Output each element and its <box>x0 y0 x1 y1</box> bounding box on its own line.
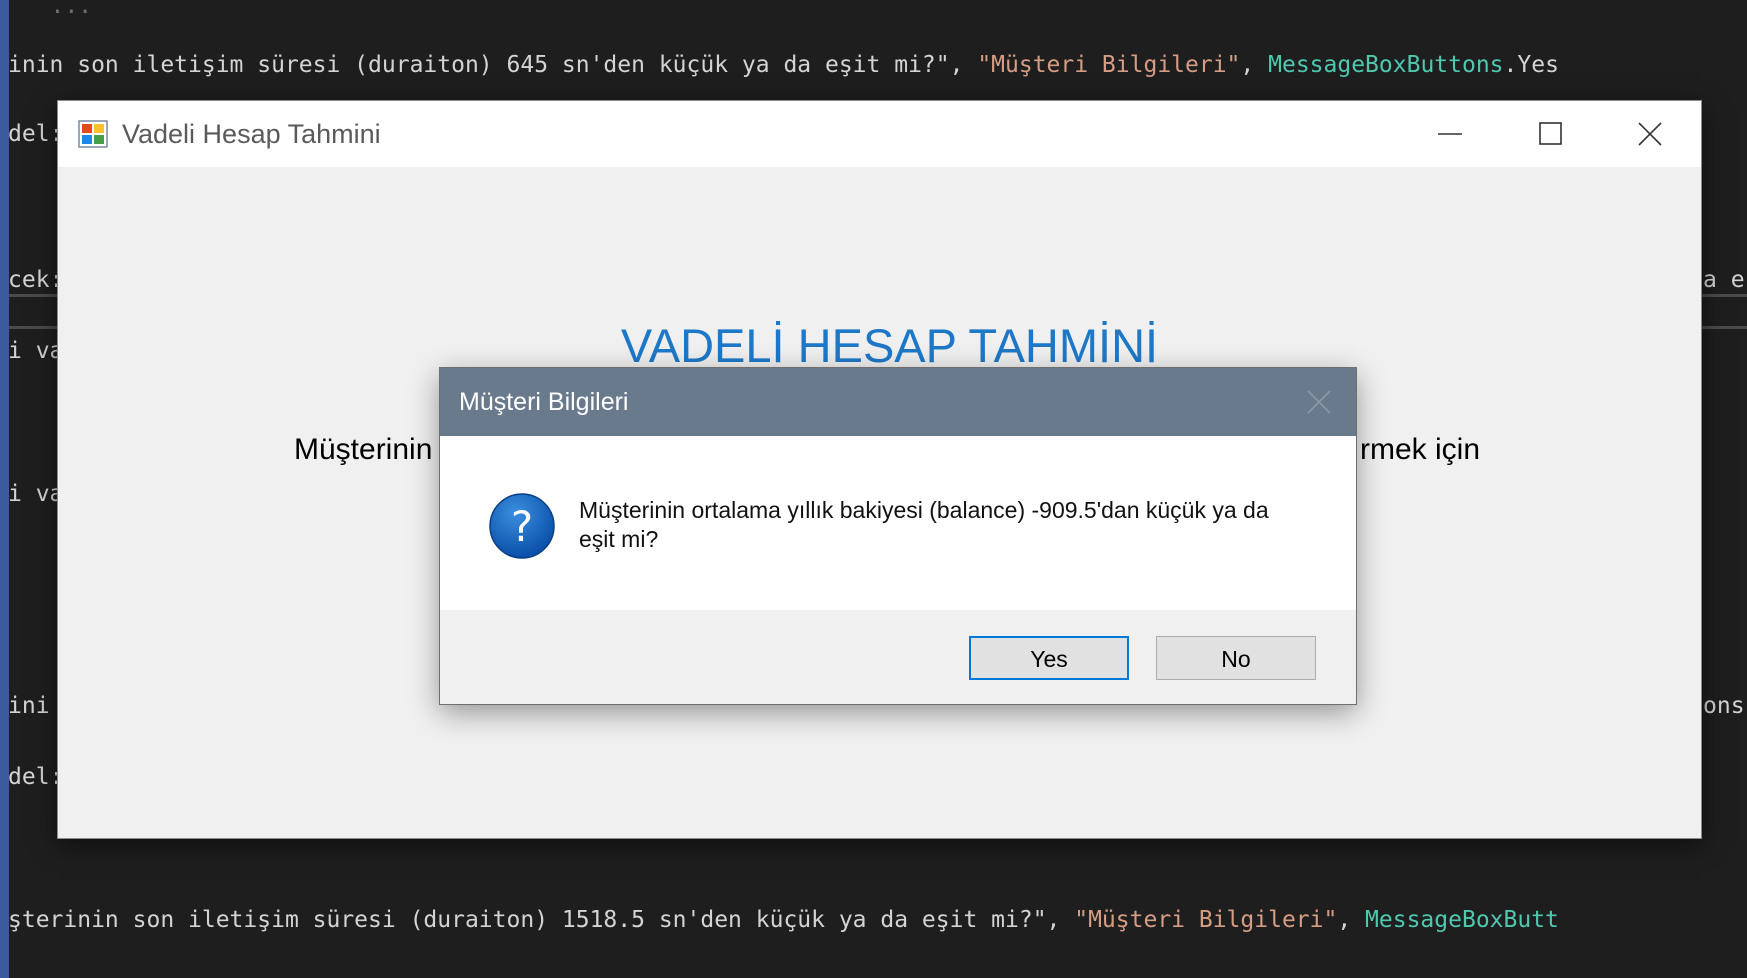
close-icon <box>1638 122 1662 146</box>
code-fragment-right-ons: ons <box>1703 693 1745 719</box>
dialog-title: Müşteri Bilgileri <box>459 388 629 416</box>
maximize-button[interactable] <box>1500 101 1600 167</box>
code-fragment-cek: cek: <box>9 267 64 293</box>
dialog-message: Müşterinin ortalama yıllık bakiyesi (bal… <box>579 497 1269 552</box>
svg-text:?: ? <box>511 502 533 551</box>
close-icon <box>1307 390 1331 414</box>
dialog-content: ? Müşterinin ortalama yıllık bakiyesi (b… <box>440 436 1356 610</box>
minimize-button[interactable] <box>1400 101 1500 167</box>
maximize-icon <box>1539 122 1562 145</box>
app-icon <box>78 120 108 148</box>
code-fragment-del-2: del: <box>9 764 64 790</box>
code-fragment-ini: ini <box>9 693 50 719</box>
code-fragment-iva-1: i va <box>9 338 64 364</box>
code-line-bottom: şterinin son iletişim süresi (duraiton) … <box>9 907 1559 933</box>
minimize-icon <box>1438 133 1462 135</box>
yes-button[interactable]: Yes <box>969 636 1129 680</box>
form-label-right: rmek için <box>1360 433 1481 466</box>
window-title: Vadeli Hesap Tahmini <box>122 119 381 149</box>
question-icon: ? <box>489 493 555 559</box>
close-button[interactable] <box>1600 101 1700 167</box>
dialog-titlebar[interactable]: Müşteri Bilgileri <box>440 368 1356 436</box>
code-line-cut: ... <box>9 0 93 19</box>
form-label-left: Müşterinin <box>294 433 433 466</box>
code-fragment-iva-2: i va <box>9 481 64 507</box>
code-fragment-del-1: del: <box>9 121 64 147</box>
message-box-dialog: Müşteri Bilgileri ? Müşterinin ortalama … <box>440 368 1356 704</box>
form-heading: VADELİ HESAP TAHMİNİ <box>620 319 1159 372</box>
code-line-top: inin son iletişim süresi (duraiton) 645 … <box>9 52 1559 78</box>
no-button[interactable]: No <box>1156 636 1316 680</box>
code-fragment-right-ae: a e <box>1703 267 1745 293</box>
main-titlebar[interactable]: Vadeli Hesap Tahmini <box>58 101 1701 167</box>
dialog-close-button[interactable] <box>1296 382 1340 422</box>
